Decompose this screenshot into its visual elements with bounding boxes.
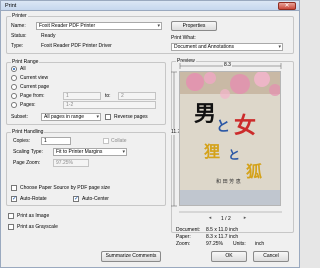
book-author: 和 田 芳 恵 <box>216 179 241 185</box>
radio-current-page-label: Current page <box>20 84 50 90</box>
zoom-label: Zoom: <box>176 241 191 247</box>
width-dimension-label: 8.3 <box>223 62 232 68</box>
book-title-char-3: 女 <box>234 114 257 139</box>
page-to-input[interactable]: 2 <box>118 92 156 100</box>
properties-button[interactable]: Properties <box>171 21 217 31</box>
print-what-select[interactable]: Document and Annotations ▾ <box>171 43 283 51</box>
print-handling-group <box>6 132 166 206</box>
subset-value: All pages in range <box>44 114 85 120</box>
cancel-button[interactable]: Cancel <box>253 251 289 262</box>
paper-value: 8.3 x 11.7 inch <box>206 234 239 240</box>
paper-label: Paper: <box>176 234 191 240</box>
chevron-down-icon: ▾ <box>157 23 160 29</box>
chevron-right-icon: ▸ <box>243 215 247 221</box>
auto-rotate-checkbox[interactable] <box>11 195 17 202</box>
printer-name-select[interactable]: Foxit Reader PDF Printer ▾ <box>36 22 162 30</box>
book-cover-image <box>180 72 280 205</box>
height-dimension-line <box>171 71 177 207</box>
chevron-left-icon: ◂ <box>208 215 212 221</box>
status-value: Ready <box>41 33 56 39</box>
subset-label: Subset: <box>11 114 28 120</box>
chevron-down-icon: ▾ <box>122 149 125 155</box>
printer-name-value: Foxit Reader PDF Printer <box>39 23 96 29</box>
copies-input[interactable]: 1 <box>41 137 71 145</box>
radio-pages-label: Pages: <box>20 102 36 108</box>
preview-scrollbar[interactable] <box>179 209 282 215</box>
print-handling-title: Print Handling <box>11 129 45 135</box>
auto-center-checkbox[interactable] <box>73 195 79 202</box>
document-label: Document: <box>176 227 201 233</box>
printer-name-label: Name: <box>11 23 26 29</box>
radio-page-from-label: Page from: <box>20 93 45 99</box>
reverse-pages-checkbox[interactable] <box>105 114 111 120</box>
radio-page-from[interactable] <box>11 93 17 99</box>
units-label: Units: <box>233 241 246 247</box>
choose-paper-label: Choose Paper Source by PDF page size <box>20 185 111 191</box>
close-button[interactable]: ✕ <box>278 2 296 10</box>
page-zoom-label: Page Zoom: <box>13 160 41 166</box>
copies-label: Copies: <box>13 138 30 144</box>
book-title-char-4: 狸 <box>204 142 221 161</box>
page-from-input[interactable]: 1 <box>63 92 101 100</box>
scaling-type-value: Fit to Printer Margins <box>56 149 103 155</box>
scaling-type-select[interactable]: Fit to Printer Margins ▾ <box>53 148 127 156</box>
choose-paper-checkbox[interactable] <box>11 185 17 191</box>
pages-input[interactable]: 1-2 <box>63 101 156 109</box>
units-value: inch <box>255 241 265 247</box>
ok-button[interactable]: OK <box>211 251 247 262</box>
radio-all[interactable] <box>11 66 17 72</box>
radio-pages[interactable] <box>11 102 17 108</box>
type-value: Foxit Reader PDF Printer Driver <box>41 43 112 49</box>
page-to-label: to: <box>105 93 111 99</box>
print-as-image-checkbox[interactable] <box>8 213 14 219</box>
close-icon: ✕ <box>284 3 290 9</box>
book-title-char-1: 男 <box>194 102 217 127</box>
title-bar: Print ✕ <box>1 1 299 11</box>
print-range-title: Print Range <box>11 59 40 65</box>
print-dialog: Print ✕ Printer Name: Foxit Reader PDF P… <box>0 0 300 268</box>
window-title: Print <box>5 3 17 9</box>
prev-page-button[interactable]: ◂ <box>206 215 214 223</box>
status-label: Status: <box>11 33 27 39</box>
auto-center-label: Auto-Center <box>82 196 109 202</box>
page-indicator: 1 / 2 <box>221 216 231 222</box>
print-what-label: Print What: <box>171 35 196 41</box>
chevron-down-icon: ▾ <box>96 114 99 120</box>
zoom-value: 97.25% <box>206 241 223 247</box>
next-page-button[interactable]: ▸ <box>241 215 249 223</box>
print-what-value: Document and Annotations <box>174 44 235 50</box>
page-preview: 男 と 女 狸 と 狐 和 田 芳 恵 <box>179 71 281 206</box>
subset-select[interactable]: All pages in range ▾ <box>41 113 101 121</box>
page-zoom-input[interactable]: 97.25% <box>53 159 89 167</box>
document-value: 8.5 x 11.0 inch <box>206 227 239 233</box>
collate-checkbox[interactable] <box>103 138 109 144</box>
radio-current-page[interactable] <box>11 84 17 90</box>
reverse-pages-label: Reverse pages <box>114 114 148 120</box>
print-as-image-label: Print as Image <box>17 213 50 219</box>
radio-current-view-label: Current view <box>20 75 49 81</box>
type-label: Type: <box>11 43 24 49</box>
chevron-down-icon: ▾ <box>278 44 281 50</box>
print-as-grayscale-label: Print as Grayscale <box>17 224 58 230</box>
scaling-type-label: Scaling Type: <box>13 149 43 155</box>
radio-current-view[interactable] <box>11 75 17 81</box>
collate-label: Collate <box>111 138 127 144</box>
radio-all-label: All <box>20 66 26 72</box>
summarize-comments-button[interactable]: Summarize Comments <box>101 251 161 262</box>
book-title-char-5: と <box>228 148 241 162</box>
book-title-char-6: 狐 <box>246 162 263 181</box>
book-title-char-2: と <box>216 119 230 135</box>
print-as-grayscale-checkbox[interactable] <box>8 224 14 230</box>
printer-group-title: Printer <box>11 13 28 19</box>
auto-rotate-label: Auto-Rotate <box>20 196 47 202</box>
